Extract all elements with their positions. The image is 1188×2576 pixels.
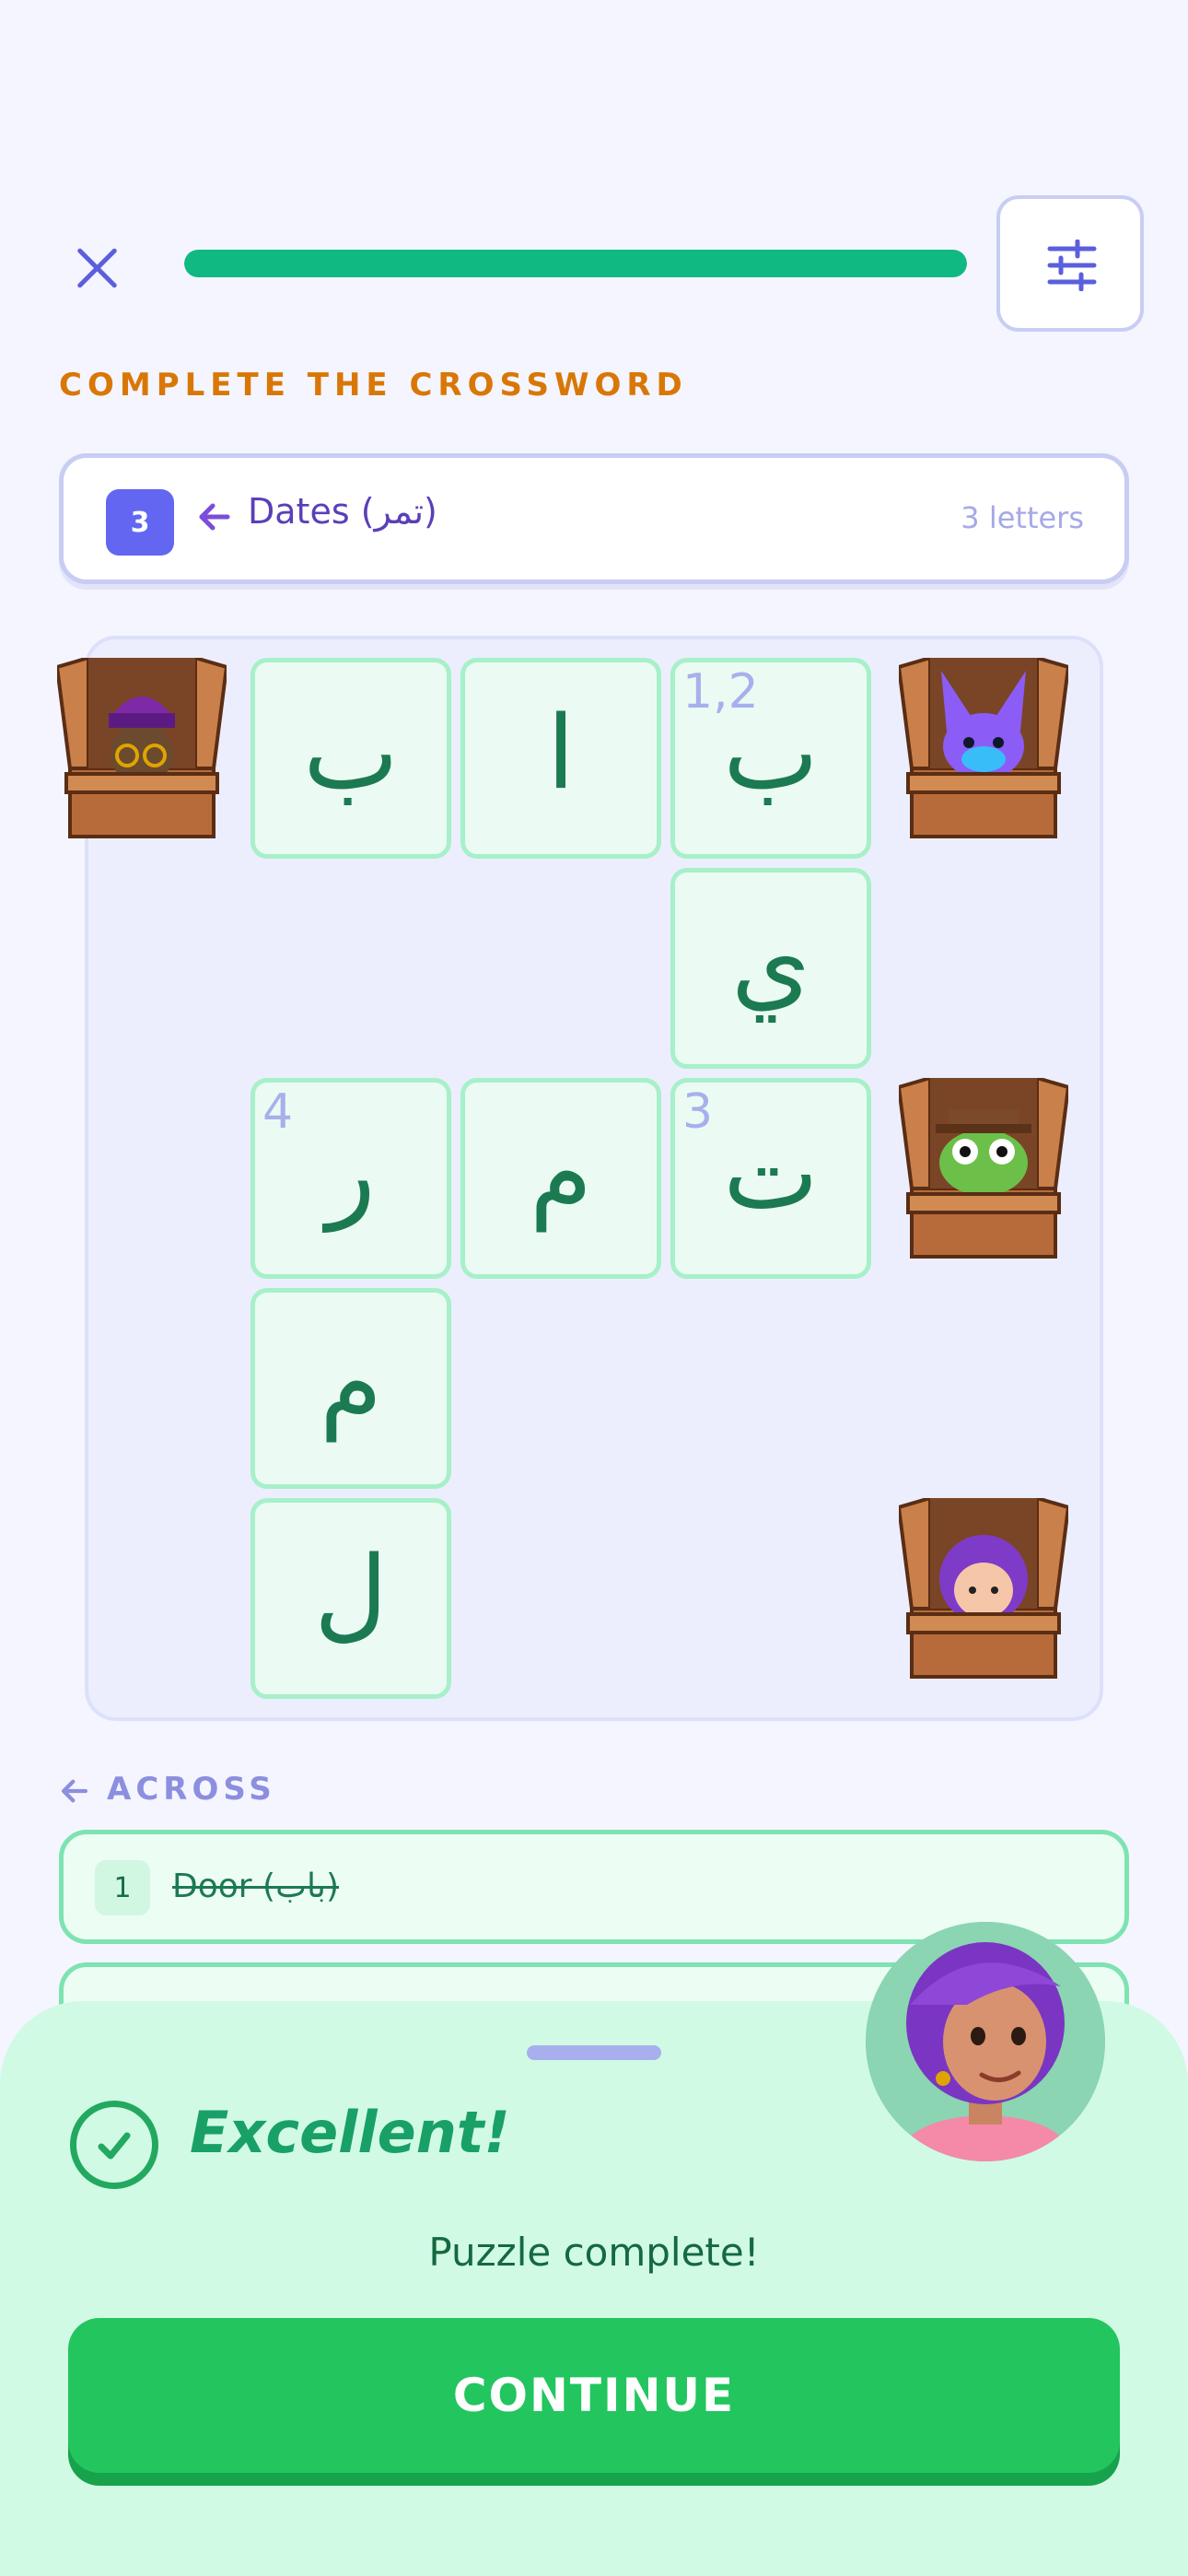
cell-letter: ب <box>723 694 819 812</box>
clue-length: 3 letters <box>961 500 1084 535</box>
grid-cell[interactable]: م <box>250 1288 451 1489</box>
grid-cell[interactable]: ب <box>250 658 451 859</box>
purple-fox-character-avatar <box>899 658 1068 838</box>
purple-hair-girl-character-avatar <box>899 1498 1068 1679</box>
grid-cell[interactable]: ا <box>460 658 661 859</box>
cell-letter: ب <box>303 694 399 812</box>
fez-character-avatar <box>57 658 227 838</box>
cell-letter: ر <box>326 1114 376 1232</box>
grid-cell[interactable]: 3 ت <box>670 1078 871 1279</box>
instruction-label: COMPLETE THE CROSSWORD <box>59 367 688 404</box>
grid-cell[interactable]: 1,2 ب <box>670 658 871 859</box>
grid-cell[interactable]: ي <box>670 868 871 1069</box>
feedback-title: Excellent! <box>190 2099 510 2166</box>
current-clue-bar[interactable]: 3 Dates (تمر) 3 letters <box>59 453 1129 584</box>
across-heading: ACROSS <box>59 1771 276 1808</box>
settings-button[interactable] <box>996 195 1144 332</box>
cell-letter: ا <box>546 694 576 812</box>
mascot-avatar <box>866 1922 1105 2161</box>
sheet-handle[interactable] <box>527 2045 661 2060</box>
sliders-icon <box>1047 240 1097 291</box>
grid-cell[interactable]: م <box>460 1078 661 1279</box>
cell-letter: م <box>529 1114 593 1232</box>
cell-letter: ل <box>314 1534 388 1652</box>
cell-letter: ت <box>723 1114 819 1232</box>
check-circle-icon <box>70 2101 158 2189</box>
across-heading-label: ACROSS <box>107 1771 276 1808</box>
progress-fill <box>184 250 967 277</box>
clue-number-badge: 1 <box>95 1860 150 1915</box>
frog-detective-character-avatar <box>899 1078 1068 1259</box>
cell-letter: م <box>319 1324 383 1442</box>
cell-letter: ي <box>730 904 811 1022</box>
grid-cell[interactable]: 4 ر <box>250 1078 451 1279</box>
clue-text: Dates (تمر) <box>248 491 437 532</box>
arrow-left-icon <box>199 503 230 531</box>
close-button[interactable] <box>66 238 127 299</box>
feedback-message: Puzzle complete! <box>428 2230 760 2275</box>
clue-number-badge: 3 <box>106 489 174 556</box>
arrow-left-icon <box>61 1779 88 1802</box>
grid-cell[interactable]: ل <box>250 1498 451 1699</box>
clue-text: Door (باب) <box>172 1868 339 1905</box>
progress-bar <box>184 250 967 277</box>
continue-button[interactable]: CONTINUE <box>68 2318 1120 2473</box>
